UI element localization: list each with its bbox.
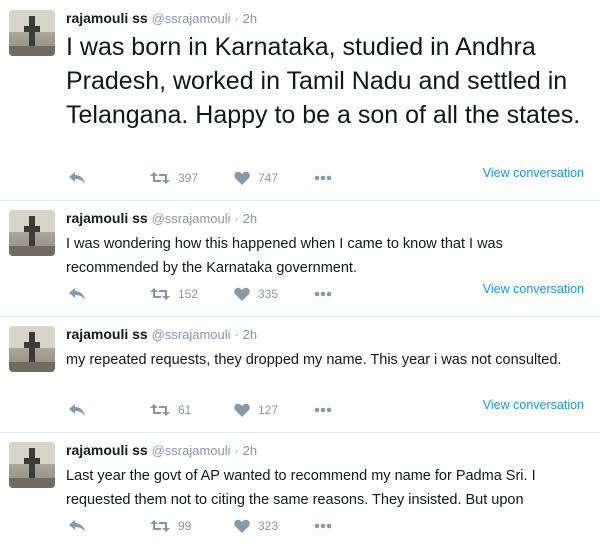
retweet-count: 152 (178, 287, 199, 301)
like-count: 127 (258, 403, 279, 417)
like-count: 323 (258, 519, 279, 533)
more-button[interactable] (314, 284, 332, 304)
tweet-actions: 61 127 (66, 400, 366, 420)
like-button[interactable]: 335 (234, 284, 278, 304)
like-button[interactable]: 323 (234, 516, 278, 536)
avatar[interactable] (9, 10, 55, 56)
tweet[interactable]: rajamouli ss @ssrajamouli · 2h I was bor… (0, 0, 600, 201)
tweet-text: Last year the govt of AP wanted to recom… (66, 468, 536, 508)
separator-dot: · (234, 211, 239, 226)
like-count: 335 (258, 287, 279, 301)
reply-icon (69, 520, 85, 532)
display-name[interactable]: rajamouli ss (66, 326, 148, 342)
avatar[interactable] (9, 210, 55, 256)
heart-icon (234, 287, 250, 301)
avatar[interactable] (9, 442, 55, 488)
tweet-actions: 99 323 (66, 516, 366, 536)
like-count: 747 (258, 171, 279, 185)
tweet-actions: 152 335 (66, 284, 366, 304)
reply-button[interactable] (68, 400, 86, 420)
tweet[interactable]: rajamouli ss @ssrajamouli · 2h Last year… (0, 432, 600, 557)
more-button[interactable] (314, 168, 332, 188)
heart-icon (234, 519, 250, 533)
tweet-text: I was wondering how this happened when I… (66, 236, 503, 276)
view-conversation-link[interactable]: View conversation (483, 166, 584, 180)
tweet-header: rajamouli ss @ssrajamouli · 2h (66, 210, 257, 228)
retweet-button[interactable]: 99 (150, 516, 191, 536)
tweet[interactable]: rajamouli ss @ssrajamouli · 2h I was won… (0, 200, 600, 317)
retweet-icon (150, 520, 170, 532)
view-conversation-link[interactable]: View conversation (483, 282, 584, 296)
reply-icon (69, 404, 85, 416)
tweet-header: rajamouli ss @ssrajamouli · 2h (66, 442, 257, 460)
tweet-text: I was born in Karnataka, studied in Andh… (66, 33, 581, 129)
separator-dot: · (234, 443, 239, 458)
reply-button[interactable] (68, 168, 86, 188)
more-icon (314, 407, 332, 413)
tweet-text: my repeated requests, they dropped my na… (66, 352, 562, 368)
separator-dot: · (234, 327, 239, 342)
retweet-button[interactable]: 61 (150, 400, 191, 420)
username[interactable]: @ssrajamouli (152, 327, 231, 342)
tweet-header: rajamouli ss @ssrajamouli · 2h (66, 326, 257, 344)
reply-icon (69, 172, 85, 184)
reply-button[interactable] (68, 516, 86, 536)
like-button[interactable]: 127 (234, 400, 278, 420)
retweet-icon (150, 172, 170, 184)
display-name[interactable]: rajamouli ss (66, 210, 148, 226)
heart-icon (234, 403, 250, 417)
more-button[interactable] (314, 516, 332, 536)
timestamp[interactable]: 2h (243, 211, 257, 226)
avatar[interactable] (9, 326, 55, 372)
retweet-icon (150, 288, 170, 300)
reply-icon (69, 288, 85, 300)
more-button[interactable] (314, 400, 332, 420)
retweet-button[interactable]: 397 (150, 168, 198, 188)
more-icon (314, 523, 332, 529)
username[interactable]: @ssrajamouli (152, 11, 231, 26)
timestamp[interactable]: 2h (243, 443, 257, 458)
retweet-count: 99 (178, 519, 192, 533)
retweet-button[interactable]: 152 (150, 284, 198, 304)
more-icon (314, 291, 332, 297)
heart-icon (234, 171, 250, 185)
retweet-icon (150, 404, 170, 416)
display-name[interactable]: rajamouli ss (66, 10, 148, 26)
retweet-count: 397 (178, 171, 199, 185)
separator-dot: · (234, 11, 239, 26)
like-button[interactable]: 747 (234, 168, 278, 188)
username[interactable]: @ssrajamouli (152, 211, 231, 226)
timestamp[interactable]: 2h (243, 11, 257, 26)
reply-button[interactable] (68, 284, 86, 304)
more-icon (314, 175, 332, 181)
timestamp[interactable]: 2h (243, 327, 257, 342)
tweet-header: rajamouli ss @ssrajamouli · 2h (66, 10, 257, 28)
tweet[interactable]: rajamouli ss @ssrajamouli · 2h my repeat… (0, 316, 600, 433)
username[interactable]: @ssrajamouli (152, 443, 231, 458)
retweet-count: 61 (178, 403, 192, 417)
view-conversation-link[interactable]: View conversation (483, 398, 584, 412)
display-name[interactable]: rajamouli ss (66, 442, 148, 458)
tweet-actions: 397 747 (66, 168, 366, 188)
